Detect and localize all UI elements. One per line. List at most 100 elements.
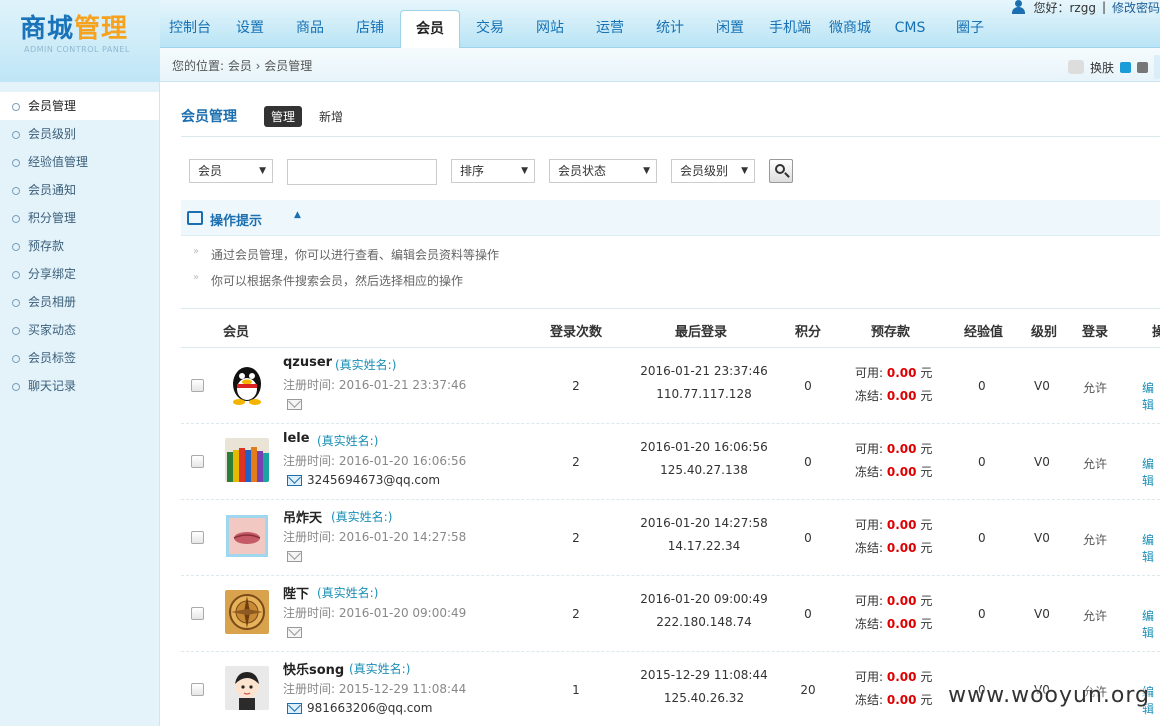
register-time: 注册时间: 2016-01-20 14:27:58 xyxy=(283,530,467,544)
username: 陛下 xyxy=(283,587,310,602)
member-level-select[interactable]: 会员级别 ▼ xyxy=(671,159,755,183)
col-last-login: 最后登录 xyxy=(675,325,728,340)
nav-tab-idle[interactable]: 闲置 xyxy=(700,10,760,48)
nav-tab-website[interactable]: 网站 xyxy=(520,10,580,48)
logo: 商城管理 ADMIN CONTROL PANEL xyxy=(0,0,160,82)
register-time: 注册时间: 2016-01-20 16:06:56 xyxy=(283,454,467,468)
mail-icon[interactable] xyxy=(287,399,302,410)
skin-label[interactable]: 换肤 xyxy=(1090,59,1114,76)
col-deposit: 预存款 xyxy=(871,325,911,340)
sidebar-item-chat-log[interactable]: 聊天记录 xyxy=(0,372,159,400)
nav-tab-settings[interactable]: 设置 xyxy=(220,10,280,48)
user-greeting: 您好：rzgg xyxy=(1033,0,1096,15)
username: 快乐song xyxy=(283,663,345,678)
nav-tab-circle[interactable]: 圈子 xyxy=(940,10,1000,48)
last-login-ip: 222.180.148.74 xyxy=(656,615,752,629)
edit-link[interactable]: 编辑 xyxy=(1142,379,1160,413)
mail-icon[interactable] xyxy=(287,475,302,486)
search-button[interactable] xyxy=(769,159,793,183)
mail-icon[interactable] xyxy=(287,627,302,638)
nav-tab-console[interactable]: 控制台 xyxy=(160,10,220,48)
edit-link[interactable]: 编辑 xyxy=(1142,531,1160,565)
edit-link[interactable]: 编辑 xyxy=(1142,607,1160,641)
page-title: 会员管理 xyxy=(181,109,237,125)
sidebar-item-exp-manage[interactable]: 经验值管理 xyxy=(0,148,159,176)
exp-value: 0 xyxy=(978,531,986,545)
mail-icon[interactable] xyxy=(287,551,302,562)
last-login-ip: 14.17.22.34 xyxy=(667,539,741,553)
avatar xyxy=(225,590,269,634)
skin-color-blue[interactable] xyxy=(1120,61,1131,73)
register-time: 注册时间: 2015-12-29 11:08:44 xyxy=(283,682,467,696)
real-name: (真实姓名:) xyxy=(331,510,393,524)
table-row: 陛下 (真实姓名:) 注册时间: 2016-01-20 09:00:49 2 2… xyxy=(181,576,1160,652)
nav-tab-operation[interactable]: 运营 xyxy=(580,10,640,48)
tab-new[interactable]: 新增 xyxy=(312,106,350,127)
sidebar-item-deposit[interactable]: 预存款 xyxy=(0,232,159,260)
last-login-time: 2016-01-20 09:00:49 xyxy=(640,592,768,606)
row-checkbox[interactable] xyxy=(191,607,204,620)
row-checkbox[interactable] xyxy=(191,683,204,696)
last-login-time: 2016-01-20 14:27:58 xyxy=(640,516,768,530)
col-level: 级别 xyxy=(1031,325,1058,340)
nav-tab-cms[interactable]: CMS xyxy=(880,10,940,48)
nav-tab-goods[interactable]: 商品 xyxy=(280,10,340,48)
breadcrumb: 您的位置: 会员 › 会员管理 xyxy=(172,59,313,73)
sidebar-item-member-tags[interactable]: 会员标签 xyxy=(0,344,159,372)
row-checkbox[interactable] xyxy=(191,455,204,468)
tips-list: 通过会员管理，你可以进行查看、编辑会员资料等操作 你可以根据条件搜索会员，然后选… xyxy=(193,246,499,298)
deposit-frozen: 冻结: 0.00 元 xyxy=(855,617,933,631)
points: 0 xyxy=(804,455,812,469)
nav-tab-stores[interactable]: 店铺 xyxy=(340,10,400,48)
sidebar-item-member-manage[interactable]: 会员管理 xyxy=(0,92,159,120)
nav-tab-micro-mall[interactable]: 微商城 xyxy=(820,10,880,48)
email: 981663206@qq.com xyxy=(307,701,433,715)
tips-title: 操作提示 xyxy=(210,214,263,229)
nav-tab-members[interactable]: 会员 xyxy=(400,10,460,49)
user-bar: 您好：rzgg | 修改密码 xyxy=(1011,0,1160,16)
sort-select[interactable]: 排序 ▼ xyxy=(451,159,535,183)
last-login-ip: 110.77.117.128 xyxy=(656,387,752,401)
edit-link[interactable]: 编辑 xyxy=(1142,455,1160,489)
mail-icon[interactable] xyxy=(287,703,302,714)
user-icon xyxy=(1011,0,1027,14)
col-actions: 操 xyxy=(1152,325,1160,340)
search-input[interactable] xyxy=(287,159,437,185)
sidebar-item-share-bind[interactable]: 分享绑定 xyxy=(0,260,159,288)
deposit-frozen: 冻结: 0.00 元 xyxy=(855,693,933,707)
level-value: V0 xyxy=(1034,531,1050,545)
member-field-select[interactable]: 会员 ▼ xyxy=(189,159,273,183)
login-count: 2 xyxy=(572,455,580,469)
sidebar-item-points[interactable]: 积分管理 xyxy=(0,204,159,232)
login-count: 2 xyxy=(572,379,580,393)
login-status: 允许 xyxy=(1083,457,1108,471)
tab-manage[interactable]: 管理 xyxy=(264,106,303,127)
register-time: 注册时间: 2016-01-21 23:37:46 xyxy=(283,378,467,392)
row-checkbox[interactable] xyxy=(191,531,204,544)
deposit-frozen: 冻结: 0.00 元 xyxy=(855,389,933,403)
tips-toggle[interactable]: 操作提示 ▲ xyxy=(181,200,1160,236)
row-checkbox[interactable] xyxy=(191,379,204,392)
login-count: 2 xyxy=(572,607,580,621)
tip-line: 你可以根据条件搜索会员，然后选择相应的操作 xyxy=(193,272,499,298)
change-password-link[interactable]: 修改密码 xyxy=(1112,0,1160,16)
nav-tab-trade[interactable]: 交易 xyxy=(460,10,520,48)
watermark: www.wooyun.org xyxy=(948,683,1150,708)
skin-color-more[interactable] xyxy=(1154,55,1160,79)
member-status-select[interactable]: 会员状态 ▼ xyxy=(549,159,657,183)
deposit-available: 可用: 0.00 元 xyxy=(855,518,933,532)
login-status: 允许 xyxy=(1083,381,1108,395)
sidebar-item-member-level[interactable]: 会员级别 xyxy=(0,120,159,148)
skin-color-gray[interactable] xyxy=(1137,61,1148,73)
level-value: V0 xyxy=(1034,379,1050,393)
nav-tab-mobile[interactable]: 手机端 xyxy=(760,10,820,48)
sidebar: 会员管理 会员级别 经验值管理 会员通知 积分管理 预存款 分享绑定 会员相册 … xyxy=(0,82,160,726)
sidebar-item-member-notice[interactable]: 会员通知 xyxy=(0,176,159,204)
points: 0 xyxy=(804,379,812,393)
chevron-down-icon: ▼ xyxy=(259,166,266,176)
sidebar-item-buyer-activity[interactable]: 买家动态 xyxy=(0,316,159,344)
nav-tab-statistics[interactable]: 统计 xyxy=(640,10,700,48)
level-value: V0 xyxy=(1034,455,1050,469)
real-name: (真实姓名:) xyxy=(317,586,379,600)
sidebar-item-album[interactable]: 会员相册 xyxy=(0,288,159,316)
